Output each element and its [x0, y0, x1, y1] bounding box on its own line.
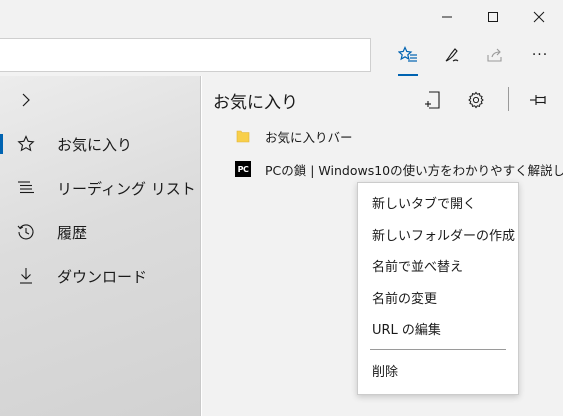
web-note-button[interactable]	[432, 34, 472, 76]
minimize-button[interactable]	[424, 0, 470, 34]
nav-item-label: ダウンロード	[57, 267, 148, 286]
context-menu: 新しいタブで開く 新しいフォルダーの作成 名前で並べ替え 名前の変更 URL の…	[357, 182, 519, 395]
menu-item-delete[interactable]: 削除	[358, 354, 518, 386]
reading-list-icon	[14, 176, 38, 200]
hub-button[interactable]	[388, 34, 428, 76]
maximize-button[interactable]	[470, 0, 516, 34]
menu-item-label: 新しいタブで開く	[372, 196, 477, 212]
more-button[interactable]: ···	[520, 34, 560, 76]
settings-gear-icon	[468, 91, 484, 109]
nav-item-favorites[interactable]: お気に入り	[0, 122, 200, 166]
address-bar[interactable]	[0, 38, 371, 72]
folder-icon	[234, 127, 252, 145]
favorites-settings-button[interactable]	[461, 85, 491, 115]
menu-item-new-folder[interactable]: 新しいフォルダーの作成	[358, 218, 518, 250]
close-button[interactable]	[516, 0, 562, 34]
title-bar	[0, 0, 563, 34]
favorite-site-row[interactable]: PC PCの鎖 | Windows10の使い方をわかりやすく解説します	[202, 154, 563, 184]
nav-item-label: 履歴	[57, 223, 88, 242]
favicon-text: PC	[235, 161, 251, 177]
header-divider	[508, 87, 509, 111]
web-note-pen-icon	[445, 48, 459, 62]
menu-item-sort-by-name[interactable]: 名前で並べ替え	[358, 249, 518, 281]
nav-item-history[interactable]: 履歴	[0, 210, 200, 254]
nav-item-reading-list[interactable]: リーディング リスト	[0, 166, 200, 210]
expand-nav-button[interactable]	[14, 88, 38, 112]
minimize-icon	[442, 16, 452, 18]
add-favorite-button[interactable]	[418, 85, 448, 115]
menu-divider	[370, 349, 506, 350]
nav-item-label: お気に入り	[57, 135, 133, 154]
hub-favorites-icon	[398, 46, 417, 62]
favorite-folder-row[interactable]: お気に入りバー	[202, 121, 563, 151]
close-icon	[533, 11, 545, 23]
share-button[interactable]	[475, 34, 515, 76]
nav-item-downloads[interactable]: ダウンロード	[0, 254, 200, 298]
share-icon	[487, 48, 502, 62]
site-favicon: PC	[234, 160, 252, 178]
more-icon: ···	[531, 47, 549, 63]
chevron-right-icon	[22, 93, 30, 107]
add-page-icon	[425, 91, 440, 109]
history-icon	[14, 220, 38, 244]
favorite-label: PCの鎖 | Windows10の使い方をわかりやすく解説します	[265, 162, 563, 178]
menu-item-open-new-tab[interactable]: 新しいタブで開く	[358, 186, 518, 218]
browser-toolbar: ···	[0, 34, 563, 76]
menu-item-rename[interactable]: 名前の変更	[358, 281, 518, 313]
pin-panel-button[interactable]	[524, 85, 554, 115]
favorite-label: お気に入りバー	[265, 129, 353, 145]
maximize-icon	[488, 12, 498, 22]
star-icon	[14, 132, 38, 156]
nav-item-label: リーディング リスト	[57, 179, 196, 198]
download-icon	[14, 264, 38, 288]
menu-item-label: 名前の変更	[372, 291, 438, 307]
hub-nav: お気に入り リーディング リスト 履歴 ダウンロード	[0, 76, 201, 416]
menu-item-label: 名前で並べ替え	[372, 259, 464, 275]
menu-item-edit-url[interactable]: URL の編集	[358, 312, 518, 344]
menu-item-label: 削除	[372, 364, 399, 380]
menu-item-label: 新しいフォルダーの作成	[372, 228, 516, 244]
menu-item-label: URL の編集	[372, 322, 441, 338]
panel-title: お気に入り	[213, 93, 298, 113]
pin-icon	[530, 95, 546, 105]
